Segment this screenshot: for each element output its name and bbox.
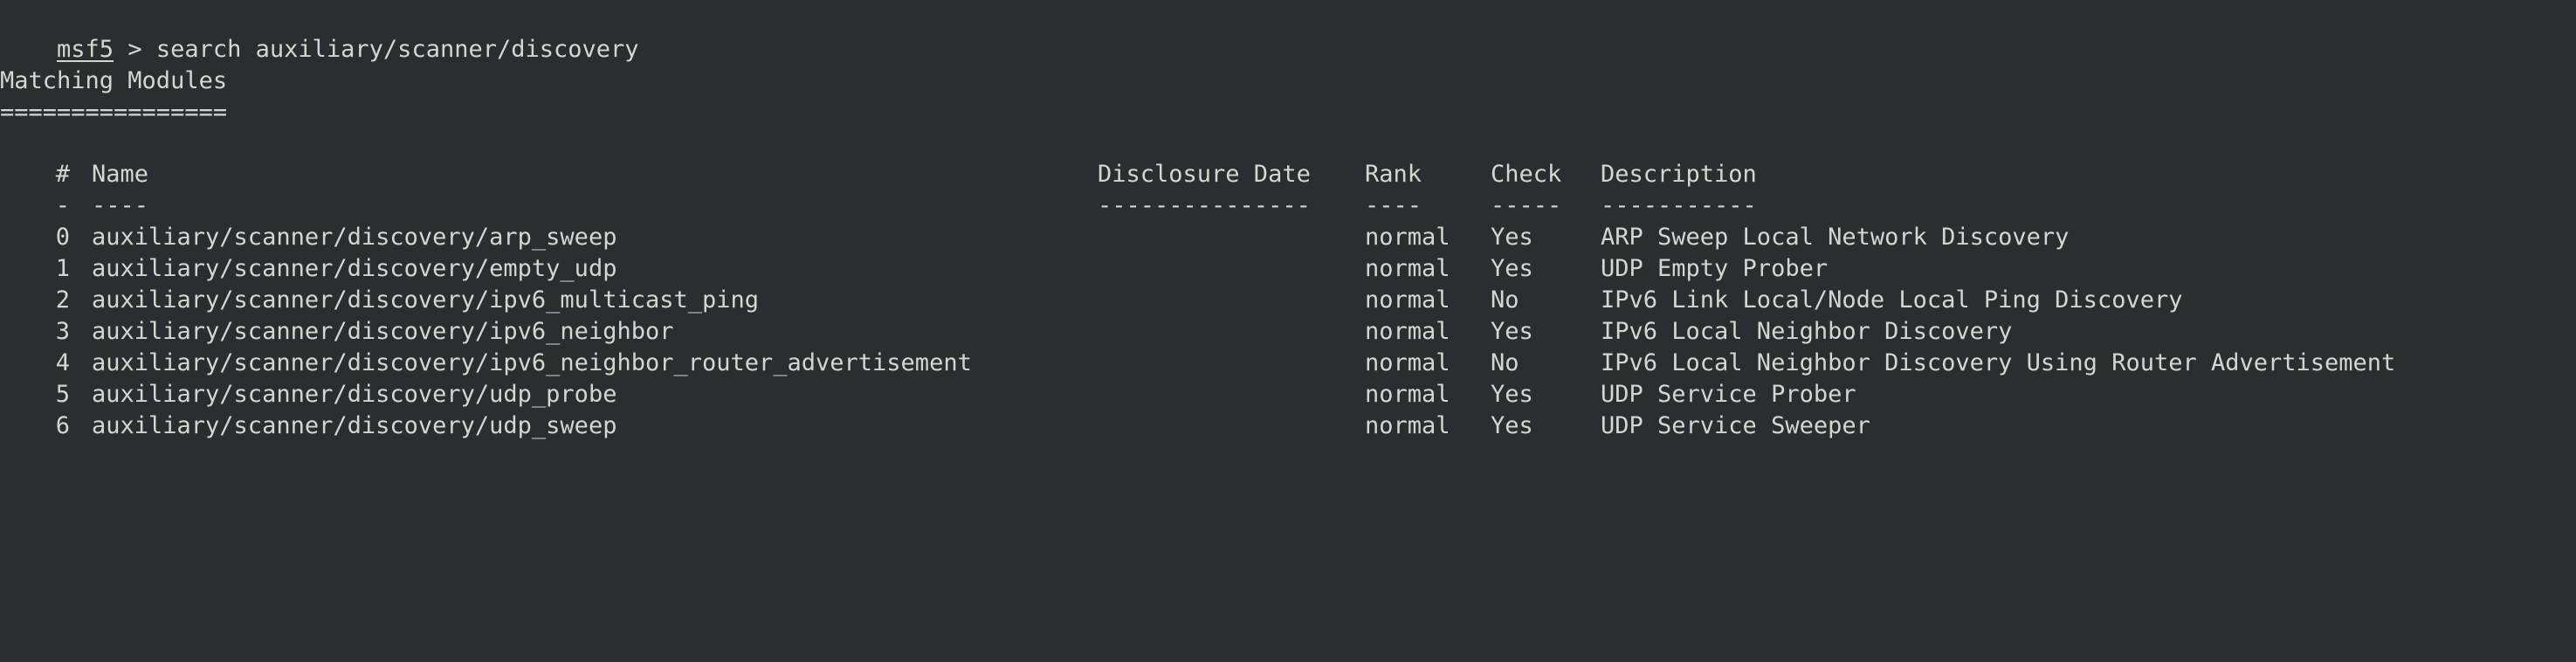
row-num: 4 (55, 349, 70, 376)
prompt-separator: > (114, 36, 156, 63)
table-header-row: # Name Disclosure Date Rank Check Descri… (0, 159, 2576, 190)
row-num: 2 (55, 286, 70, 314)
table-row: 2 auxiliary/scanner/discovery/ipv6_multi… (0, 285, 2576, 316)
section-rule: ================ (0, 99, 228, 126)
prompt-name: msf5 (57, 36, 114, 63)
row-description: ARP Sweep Local Network Discovery (1601, 224, 2070, 251)
row-rank: normal (1365, 412, 1450, 439)
row-num: 3 (55, 318, 70, 345)
header-num: # (55, 161, 70, 188)
row-check: No (1491, 349, 1519, 376)
underline-date: --------------- (1098, 192, 1311, 219)
row-num: 5 (55, 381, 70, 408)
row-description: UDP Service Sweeper (1601, 412, 1870, 439)
header-check: Check (1491, 161, 1562, 188)
row-module-name: auxiliary/scanner/discovery/arp_sweep (92, 224, 617, 251)
row-rank: normal (1365, 318, 1450, 345)
table-row: 3 auxiliary/scanner/discovery/ipv6_neigh… (0, 316, 2576, 348)
table-row: 1 auxiliary/scanner/discovery/empty_udp … (0, 253, 2576, 285)
row-num: 0 (55, 224, 70, 251)
underline-description: ----------- (1601, 192, 1757, 219)
row-num: 6 (55, 412, 70, 439)
row-check: Yes (1491, 224, 1533, 251)
row-rank: normal (1365, 349, 1450, 376)
row-module-name: auxiliary/scanner/discovery/ipv6_neighbo… (92, 349, 972, 376)
row-rank: normal (1365, 224, 1450, 251)
section-title: Matching Modules (0, 67, 228, 94)
underline-name: ---- (92, 192, 149, 219)
row-module-name: auxiliary/scanner/discovery/empty_udp (92, 255, 617, 282)
row-description: IPv6 Local Neighbor Discovery (1601, 318, 2013, 345)
header-name: Name (92, 161, 149, 188)
row-check: Yes (1491, 412, 1533, 439)
row-check: Yes (1491, 381, 1533, 408)
table-row: 0 auxiliary/scanner/discovery/arp_sweep … (0, 222, 2576, 253)
underline-check: ----- (1491, 192, 1562, 219)
row-check: No (1491, 286, 1519, 314)
row-module-name: auxiliary/scanner/discovery/ipv6_neighbo… (92, 318, 674, 345)
table-row: 5 auxiliary/scanner/discovery/udp_probe … (0, 379, 2576, 410)
table-row: 6 auxiliary/scanner/discovery/udp_sweep … (0, 410, 2576, 442)
row-check: Yes (1491, 318, 1533, 345)
row-description: IPv6 Link Local/Node Local Ping Discover… (1601, 286, 2183, 314)
underline-rank: ---- (1365, 192, 1422, 219)
row-rank: normal (1365, 381, 1450, 408)
row-module-name: auxiliary/scanner/discovery/udp_sweep (92, 412, 617, 439)
row-description: IPv6 Local Neighbor Discovery Using Rout… (1601, 349, 2396, 376)
command-line: msf5 > search auxiliary/scanner/discover… (0, 3, 639, 63)
row-rank: normal (1365, 255, 1450, 282)
header-date: Disclosure Date (1098, 161, 1311, 188)
header-rank: Rank (1365, 161, 1422, 188)
underline-num: - (55, 192, 70, 219)
row-rank: normal (1365, 286, 1450, 314)
row-description: UDP Service Prober (1601, 381, 1856, 408)
row-module-name: auxiliary/scanner/discovery/ipv6_multica… (92, 286, 760, 314)
row-check: Yes (1491, 255, 1533, 282)
command-text: search auxiliary/scanner/discovery (155, 36, 639, 63)
row-module-name: auxiliary/scanner/discovery/udp_probe (92, 381, 617, 408)
table-underline-row: - ---- --------------- ---- ----- ------… (0, 190, 2576, 222)
table-row: 4 auxiliary/scanner/discovery/ipv6_neigh… (0, 348, 2576, 379)
row-num: 1 (55, 255, 70, 282)
header-description: Description (1601, 161, 1757, 188)
row-description: UDP Empty Prober (1601, 255, 1829, 282)
